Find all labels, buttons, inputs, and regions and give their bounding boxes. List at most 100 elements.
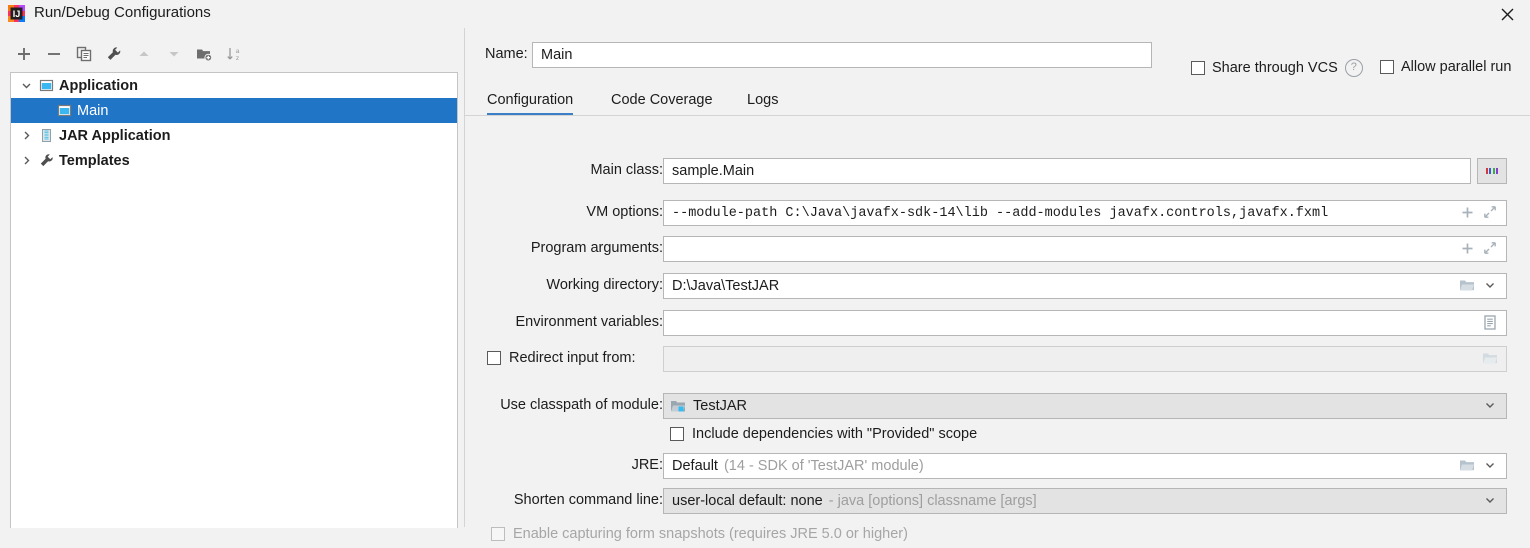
form-snapshots-label: Enable capturing form snapshots (require… [513,526,908,542]
working-directory-dropdown-button[interactable] [1480,276,1500,298]
name-row: Name: Share through VCS ? Allow parallel… [465,42,1530,77]
edit-templates-button[interactable] [100,43,128,69]
module-icon [670,399,686,413]
copy-button[interactable] [70,43,98,69]
working-directory-value: D:\Java\TestJAR [672,278,780,294]
include-provided-checkbox[interactable] [670,427,684,441]
vm-options-row: VM options: --module-path C:\Java\javafx… [465,200,1530,226]
edit-environment-variables-button[interactable] [1480,313,1500,335]
chevron-down-icon[interactable] [15,80,37,91]
share-through-vcs-checkbox[interactable] [1191,61,1205,75]
configurations-tree[interactable]: Application Main JAR Application Templat… [10,72,458,528]
tab-configuration[interactable]: Configuration [487,84,574,116]
tab-label: Configuration [487,92,574,108]
include-provided-option[interactable]: Include dependencies with "Provided" sco… [670,426,977,442]
redirect-input-option[interactable]: Redirect input from: [487,350,636,366]
expand-vm-options-button[interactable] [1480,203,1500,225]
window-titlebar: IJ Run/Debug Configurations [0,0,1530,28]
environment-variables-row: Environment variables: [465,310,1530,336]
tree-item-jar-application[interactable]: JAR Application [11,123,457,148]
chevron-down-icon [1484,494,1496,510]
chevron-down-icon [1484,279,1496,295]
move-up-button [130,43,158,69]
include-provided-row: Include dependencies with "Provided" sco… [465,422,1530,448]
name-input[interactable] [532,42,1152,68]
form-snapshots-row: Enable capturing form snapshots (require… [465,522,1530,548]
redirect-input-checkbox[interactable] [487,351,501,365]
shorten-command-line-label: Shorten command line: [513,492,663,508]
program-arguments-field-buttons [1457,238,1506,262]
arrow-up-icon [136,46,152,66]
sort-az-icon: a z [226,46,242,66]
add-button[interactable] [10,43,38,69]
program-arguments-input[interactable] [663,236,1507,262]
remove-button[interactable] [40,43,68,69]
program-arguments-row: Program arguments: [465,236,1530,262]
main-class-value: sample.Main [672,163,755,179]
main-class-input[interactable]: sample.Main [663,158,1471,184]
configurations-tree-pane: a z Application Main JAR Application Tem… [0,28,464,528]
working-directory-field-buttons [1457,275,1506,299]
plus-icon [1461,206,1474,223]
allow-parallel-run-checkbox[interactable] [1380,60,1394,74]
tree-item-application[interactable]: Application [11,73,457,98]
tree-item-templates[interactable]: Templates [11,148,457,173]
redirect-input-field-buttons [1480,348,1506,372]
vm-options-input[interactable]: --module-path C:\Java\javafx-sdk-14\lib … [663,200,1507,226]
working-directory-label: Working directory: [546,277,663,293]
share-through-vcs-option[interactable]: Share through VCS ? [1191,59,1363,77]
browse-working-directory-button[interactable] [1457,276,1477,298]
include-provided-label: Include dependencies with "Provided" sco… [692,426,978,442]
jre-field-buttons [1457,455,1506,479]
intellij-idea-icon: IJ [8,5,25,22]
tree-item-label: Templates [59,152,130,169]
redirect-input-path-input [663,346,1507,372]
insert-macro-button[interactable] [1457,239,1477,261]
use-classpath-of-module-combo[interactable]: TestJAR [663,393,1507,419]
new-folder-button[interactable] [190,43,218,69]
tab-code-coverage[interactable]: Code Coverage [611,84,713,116]
tree-item-label: JAR Application [59,127,171,144]
sort-button[interactable]: a z [220,43,248,69]
ellipsis-icon [1485,168,1499,174]
allow-parallel-run-option[interactable]: Allow parallel run [1380,59,1511,75]
browse-redirect-input-button [1480,349,1500,371]
jar-icon [37,128,55,143]
use-classpath-of-module-field-buttons [1480,395,1506,419]
redirect-input-label: Redirect input from: [509,350,636,366]
wrench-icon [37,153,55,168]
shorten-command-line-value-hint: - java [options] classname [args] [828,493,1037,509]
jre-combo[interactable]: Default (14 - SDK of 'TestJAR' module) [663,453,1507,479]
chevron-right-icon[interactable] [15,155,37,166]
shorten-command-line-field-buttons [1480,490,1506,514]
list-editor-icon [1483,314,1497,334]
close-window-button[interactable] [1484,0,1530,28]
jre-dropdown-button[interactable] [1480,456,1500,478]
shorten-command-line-combo[interactable]: user-local default: none - java [options… [663,488,1507,514]
expand-diagonal-icon [1483,205,1497,223]
wrench-icon [106,46,122,66]
browse-main-class-button[interactable] [1477,158,1507,184]
share-through-vcs-label: Share through VCS [1212,60,1338,76]
tab-logs[interactable]: Logs [747,84,778,116]
expand-program-arguments-button[interactable] [1480,239,1500,261]
vm-options-field-buttons [1457,202,1506,226]
tab-label: Logs [747,92,779,108]
tree-item-main[interactable]: Main [11,98,457,123]
use-classpath-of-module-dropdown-button[interactable] [1480,396,1500,418]
folder-icon [1482,351,1498,369]
insert-macro-button[interactable] [1457,203,1477,225]
redirect-input-row: Redirect input from: [465,346,1530,372]
svg-text:IJ: IJ [13,9,21,19]
new-folder-icon [196,46,213,66]
chevron-right-icon[interactable] [15,130,37,141]
jre-row: JRE: Default (14 - SDK of 'TestJAR' modu… [465,453,1530,479]
shorten-command-line-value: user-local default: none [672,493,823,509]
vm-options-value: --module-path C:\Java\javafx-sdk-14\lib … [672,205,1329,221]
shorten-command-line-dropdown-button[interactable] [1480,491,1500,513]
tree-toolbar: a z [10,42,248,70]
browse-jre-button[interactable] [1457,456,1477,478]
environment-variables-input[interactable] [663,310,1507,336]
question-mark-icon[interactable]: ? [1344,59,1363,77]
working-directory-input[interactable]: D:\Java\TestJAR [663,273,1507,299]
